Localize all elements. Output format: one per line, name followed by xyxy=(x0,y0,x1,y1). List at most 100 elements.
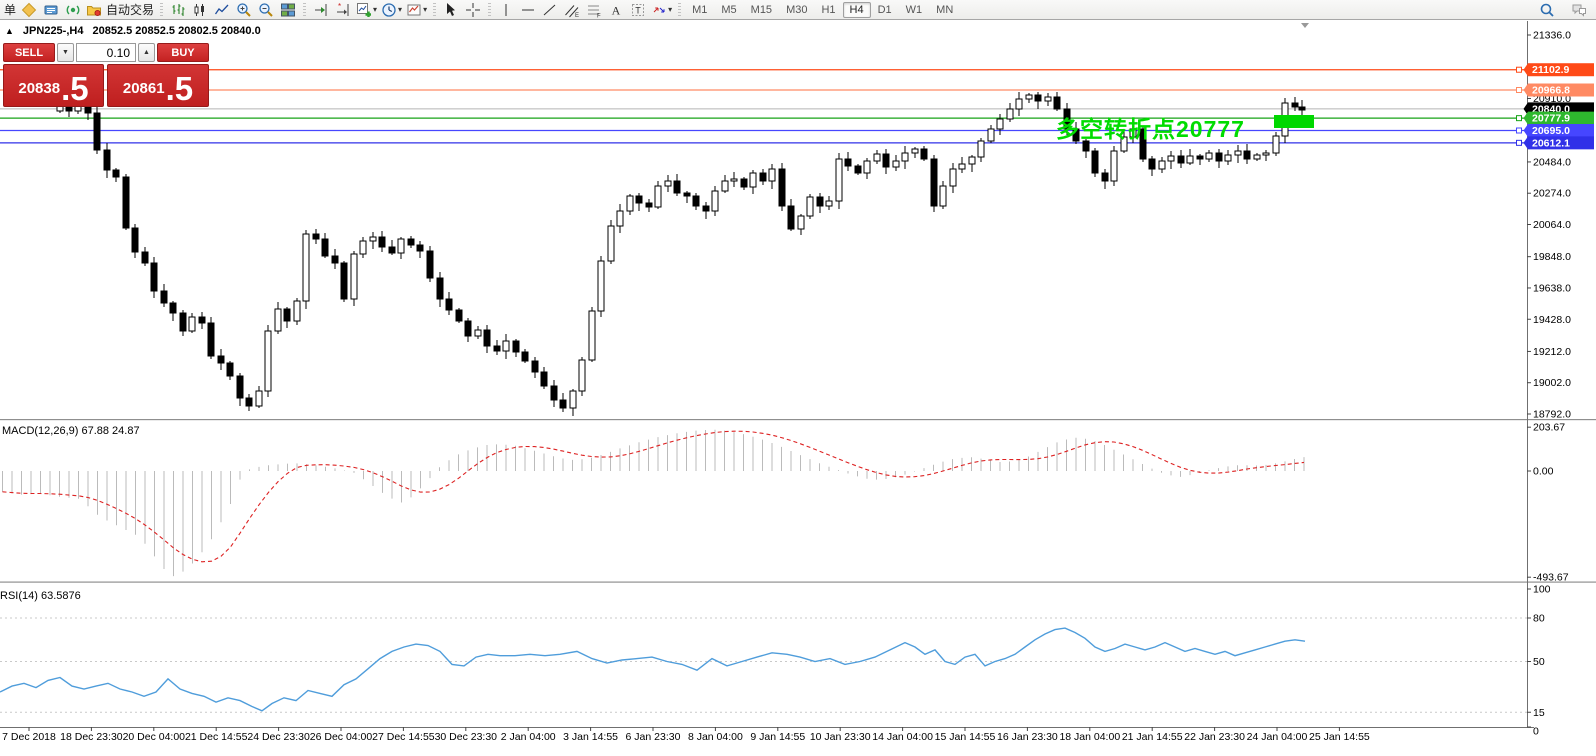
templates-button[interactable]: ▾ xyxy=(404,1,429,19)
sell-button[interactable]: SELL xyxy=(3,43,55,62)
svg-text:21 Jan 14:55: 21 Jan 14:55 xyxy=(1122,731,1183,743)
bid-price-display[interactable]: 20838 .5 xyxy=(3,64,104,107)
auto-trading-button[interactable]: 自动交易 xyxy=(84,1,156,19)
volume-increase-button[interactable]: ▲ xyxy=(138,43,155,62)
svg-text:19638.0: 19638.0 xyxy=(1533,282,1571,294)
pane-separator[interactable] xyxy=(0,581,1596,583)
trendline-button[interactable] xyxy=(539,1,561,19)
search-button[interactable] xyxy=(1536,1,1558,19)
timeframe-m30-button[interactable]: M30 xyxy=(779,2,814,18)
text-label-button[interactable]: T xyxy=(627,1,649,19)
svg-text:19428.0: 19428.0 xyxy=(1533,314,1571,326)
svg-text:0.00: 0.00 xyxy=(1533,466,1554,478)
profiles-button[interactable] xyxy=(40,1,62,19)
svg-text:50: 50 xyxy=(1533,656,1545,668)
svg-text:*: * xyxy=(338,2,341,11)
timeframe-h1-button[interactable]: H1 xyxy=(814,2,842,18)
svg-text:9 Jan 14:55: 9 Jan 14:55 xyxy=(750,731,805,743)
bar-chart-icon xyxy=(170,2,186,18)
auto-scroll-button[interactable]: * xyxy=(332,1,354,19)
svg-text:203.67: 203.67 xyxy=(1533,422,1565,434)
svg-text:24 Jan 04:00: 24 Jan 04:00 xyxy=(1247,731,1308,743)
timeframe-mn-button[interactable]: MN xyxy=(929,2,960,18)
horizontal-line-icon xyxy=(520,2,536,18)
svg-text:21336.0: 21336.0 xyxy=(1533,30,1571,42)
vertical-line-button[interactable] xyxy=(495,1,517,19)
svg-text:0: 0 xyxy=(1533,726,1539,738)
bid-pip-digits: .5 xyxy=(61,69,89,107)
timeframe-group: M1 M5 M15 M30 H1 H4 D1 W1 MN xyxy=(685,1,960,18)
chat-button[interactable] xyxy=(1568,1,1590,19)
periods-dropdown-caret[interactable]: ▾ xyxy=(398,5,402,14)
cursor-button[interactable] xyxy=(440,1,462,19)
timeframe-m5-button[interactable]: M5 xyxy=(714,2,743,18)
connection-button[interactable] xyxy=(62,1,84,19)
bar-chart-button[interactable] xyxy=(167,1,189,19)
fibonacci-button[interactable]: F xyxy=(583,1,605,19)
tile-windows-button[interactable] xyxy=(277,1,299,19)
svg-text:18 Jan 04:00: 18 Jan 04:00 xyxy=(1059,731,1120,743)
indicators-dropdown-caret[interactable]: ▾ xyxy=(373,5,377,14)
svg-text:15: 15 xyxy=(1533,707,1545,719)
zoom-in-button[interactable] xyxy=(233,1,255,19)
ask-price-display[interactable]: 20861 .5 xyxy=(107,64,209,107)
svg-text:16 Jan 23:30: 16 Jan 23:30 xyxy=(997,731,1058,743)
macd-indicator-label: MACD(12,26,9) 67.88 24.87 xyxy=(2,425,140,437)
trendline-icon xyxy=(542,2,558,18)
toolbar-separator xyxy=(433,2,437,17)
svg-text:80: 80 xyxy=(1533,613,1545,625)
chart-symbol-period: JPN225-,H4 xyxy=(22,25,84,37)
auto-trading-icon xyxy=(86,2,102,18)
text-button[interactable]: A xyxy=(605,1,627,19)
arrows-dropdown-caret[interactable]: ▾ xyxy=(668,5,672,14)
chart-ohlc-values: 20852.5 20852.5 20802.5 20840.0 xyxy=(92,25,261,37)
svg-text:18 Dec 23:30: 18 Dec 23:30 xyxy=(60,731,123,743)
equidistant-channel-button[interactable]: E xyxy=(561,1,583,19)
ask-main-digits: 20861 xyxy=(122,80,165,97)
timeframe-h4-button[interactable]: H4 xyxy=(842,1,871,18)
svg-text:A: A xyxy=(612,3,621,17)
crosshair-button[interactable] xyxy=(462,1,484,19)
new-order-button[interactable] xyxy=(18,1,40,19)
svg-text:F: F xyxy=(597,13,601,18)
profiles-icon xyxy=(43,2,59,18)
svg-text:30 Dec 23:30: 30 Dec 23:30 xyxy=(435,731,498,743)
indicators-button[interactable]: ▾ xyxy=(354,1,379,19)
rsi-line xyxy=(0,627,1306,712)
connection-icon xyxy=(65,2,81,18)
templates-icon xyxy=(406,2,422,18)
arrows-button[interactable]: ▾ xyxy=(649,1,674,19)
candlestick-icon xyxy=(192,2,208,18)
svg-text:T: T xyxy=(635,5,641,15)
horizontal-line-button[interactable] xyxy=(517,1,539,19)
timeframe-d1-button[interactable]: D1 xyxy=(871,2,899,18)
svg-text:20274.0: 20274.0 xyxy=(1533,188,1571,200)
chart-canvas[interactable]: 21336.020910.020484.020274.020064.019848… xyxy=(0,0,1596,756)
arrows-icon xyxy=(651,2,667,18)
volume-input[interactable]: 0.10 xyxy=(76,43,136,62)
svg-text:3 Jan 14:55: 3 Jan 14:55 xyxy=(563,731,618,743)
periods-button[interactable]: ▾ xyxy=(379,1,404,19)
svg-text:24 Dec 23:30: 24 Dec 23:30 xyxy=(247,731,310,743)
svg-text:15 Jan 14:55: 15 Jan 14:55 xyxy=(935,731,996,743)
toolbar-separator xyxy=(160,2,164,17)
macd-axis-labels: 203.67 0.00 -493.67 xyxy=(1527,422,1569,584)
zoom-out-button[interactable] xyxy=(255,1,277,19)
volume-decrease-button[interactable]: ▼ xyxy=(57,43,74,62)
buy-button[interactable]: BUY xyxy=(157,43,209,62)
templates-dropdown-caret[interactable]: ▾ xyxy=(423,5,427,14)
svg-text:20064.0: 20064.0 xyxy=(1533,219,1571,231)
tile-windows-icon xyxy=(280,2,296,18)
timeframe-w1-button[interactable]: W1 xyxy=(899,2,930,18)
candlestick-button[interactable] xyxy=(189,1,211,19)
timeframe-m15-button[interactable]: M15 xyxy=(744,2,779,18)
shift-chart-button[interactable] xyxy=(310,1,332,19)
new-order-button-partial[interactable]: 单 xyxy=(2,1,18,18)
timeframe-m1-button[interactable]: M1 xyxy=(685,2,714,18)
annotation-text: 多空转折点20777 xyxy=(1056,116,1245,142)
pane-separator[interactable] xyxy=(0,419,1596,421)
svg-text:25 Jan 14:55: 25 Jan 14:55 xyxy=(1309,731,1370,743)
line-chart-button[interactable] xyxy=(211,1,233,19)
line-chart-icon xyxy=(214,2,230,18)
highlight-rectangle[interactable] xyxy=(1274,115,1314,128)
